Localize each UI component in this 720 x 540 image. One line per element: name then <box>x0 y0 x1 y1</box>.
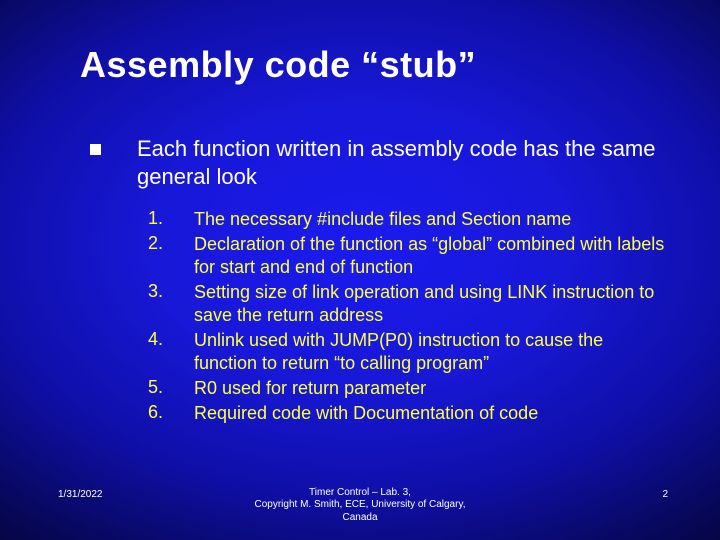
list-item-text: Declaration of the function as “global” … <box>194 233 670 279</box>
lead-bullet-row: Each function written in assembly code h… <box>90 135 670 190</box>
list-item-number: 4. <box>148 329 194 350</box>
list-item-number: 3. <box>148 281 194 302</box>
list-item-text: Setting size of link operation and using… <box>194 281 670 327</box>
list-item: 4. Unlink used with JUMP(P0) instruction… <box>148 329 670 375</box>
square-bullet-icon <box>90 144 101 155</box>
footer-center-line2: Copyright M. Smith, ECE, University of C… <box>255 499 466 510</box>
list-item-text: Required code with Documentation of code <box>194 402 538 425</box>
list-item: 6. Required code with Documentation of c… <box>148 402 670 425</box>
slide: Assembly code “stub” Each function writt… <box>0 0 720 540</box>
slide-footer: 1/31/2022 Timer Control – Lab. 3, Copyri… <box>0 478 720 530</box>
list-item: 3. Setting size of link operation and us… <box>148 281 670 327</box>
list-item: 2. Declaration of the function as “globa… <box>148 233 670 279</box>
numbered-list: 1. The necessary #include files and Sect… <box>148 208 670 425</box>
list-item: 1. The necessary #include files and Sect… <box>148 208 670 231</box>
list-item-number: 1. <box>148 208 194 229</box>
list-item-number: 5. <box>148 377 194 398</box>
footer-center-line3: Canada <box>342 512 377 523</box>
lead-text: Each function written in assembly code h… <box>137 135 670 190</box>
slide-title: Assembly code “stub” <box>80 44 476 86</box>
list-item-text: The necessary #include files and Section… <box>194 208 571 231</box>
footer-page-number: 2 <box>662 489 668 500</box>
list-item-number: 6. <box>148 402 194 423</box>
list-item-text: Unlink used with JUMP(P0) instruction to… <box>194 329 670 375</box>
footer-center: Timer Control – Lab. 3, Copyright M. Smi… <box>0 487 720 525</box>
slide-body: Each function written in assembly code h… <box>90 135 670 427</box>
list-item-text: R0 used for return parameter <box>194 377 426 400</box>
footer-center-line1: Timer Control – Lab. 3, <box>309 487 411 498</box>
list-item: 5. R0 used for return parameter <box>148 377 670 400</box>
list-item-number: 2. <box>148 233 194 254</box>
